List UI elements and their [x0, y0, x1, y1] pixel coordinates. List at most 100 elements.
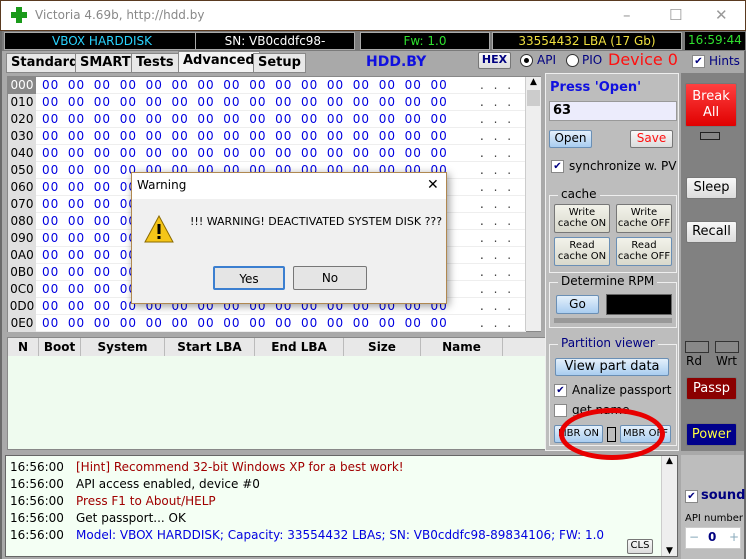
- hex-byte[interactable]: 00: [275, 94, 292, 111]
- hex-byte[interactable]: 00: [172, 94, 189, 111]
- hex-byte[interactable]: 00: [68, 77, 85, 94]
- hex-byte[interactable]: 00: [94, 247, 111, 264]
- sound-checkbox[interactable]: ✔: [685, 490, 698, 503]
- hex-byte[interactable]: 00: [327, 315, 344, 332]
- hex-byte[interactable]: 00: [68, 128, 85, 145]
- tab-advanced[interactable]: Advanced: [178, 51, 260, 73]
- hex-byte[interactable]: 00: [120, 111, 137, 128]
- hex-byte[interactable]: 00: [327, 94, 344, 111]
- hex-byte[interactable]: 00: [405, 94, 422, 111]
- get-name-checkbox[interactable]: [554, 404, 567, 417]
- hex-row[interactable]: 0E0 00 00 00 00 00 00 00 00 00 00 00 00 00 00 00 00. . .…: [8, 315, 526, 347]
- col-start-lba[interactable]: Start LBA: [165, 338, 255, 356]
- hex-byte[interactable]: 00: [94, 128, 111, 145]
- hex-row[interactable]: 040 00 00 00 00 00 00 00 00 00 00 00 00 00 00 00 00. . .…: [8, 145, 526, 177]
- hex-byte[interactable]: 00: [249, 128, 266, 145]
- hex-byte[interactable]: 00: [42, 315, 59, 332]
- hex-byte[interactable]: 00: [94, 111, 111, 128]
- hex-byte[interactable]: 00: [197, 128, 214, 145]
- hex-byte[interactable]: 00: [223, 145, 240, 162]
- hex-byte[interactable]: 00: [94, 298, 111, 315]
- read-cache-off-button[interactable]: Read cache OFF: [616, 237, 672, 266]
- hex-byte[interactable]: 00: [120, 145, 137, 162]
- hex-byte[interactable]: 00: [379, 77, 396, 94]
- hex-byte[interactable]: 00: [353, 128, 370, 145]
- hex-byte[interactable]: 00: [120, 94, 137, 111]
- col-boot[interactable]: Boot: [39, 338, 81, 356]
- hex-byte[interactable]: 00: [405, 111, 422, 128]
- hex-byte[interactable]: 00: [327, 145, 344, 162]
- hex-byte[interactable]: 00: [249, 94, 266, 111]
- log-scrollbar[interactable]: ▲ ▼: [661, 456, 677, 556]
- hex-byte[interactable]: 00: [42, 247, 59, 264]
- col-n[interactable]: N: [8, 338, 39, 356]
- hdd-by-link[interactable]: HDD.BY: [366, 54, 426, 70]
- hex-byte[interactable]: 00: [379, 111, 396, 128]
- hex-byte[interactable]: 00: [94, 94, 111, 111]
- hex-byte[interactable]: 00: [405, 77, 422, 94]
- hex-byte[interactable]: 00: [249, 111, 266, 128]
- save-button[interactable]: Save: [630, 130, 673, 148]
- hex-byte[interactable]: 00: [353, 77, 370, 94]
- hex-byte[interactable]: 00: [42, 77, 59, 94]
- hex-byte[interactable]: 00: [353, 145, 370, 162]
- hex-byte[interactable]: 00: [327, 128, 344, 145]
- hex-byte[interactable]: 00: [301, 77, 318, 94]
- hex-byte[interactable]: 00: [42, 264, 59, 281]
- hex-byte[interactable]: 00: [68, 230, 85, 247]
- hex-byte[interactable]: 00: [120, 77, 137, 94]
- api-plus-button[interactable]: +: [729, 530, 739, 544]
- col-end-lba[interactable]: End LBA: [255, 338, 344, 356]
- minimize-button[interactable]: –: [623, 6, 631, 24]
- hex-byte[interactable]: 00: [146, 111, 163, 128]
- hex-byte[interactable]: 00: [146, 77, 163, 94]
- hex-byte[interactable]: 00: [301, 128, 318, 145]
- hex-byte[interactable]: 00: [379, 315, 396, 332]
- hex-byte[interactable]: 00: [68, 179, 85, 196]
- col-size[interactable]: Size: [344, 338, 421, 356]
- analize-passport-checkbox[interactable]: ✔: [554, 384, 567, 397]
- hex-byte[interactable]: 00: [42, 281, 59, 298]
- power-button[interactable]: Power: [686, 423, 737, 446]
- hex-byte[interactable]: 00: [405, 128, 422, 145]
- pio-radio[interactable]: [566, 54, 579, 67]
- hex-byte[interactable]: 00: [353, 315, 370, 332]
- hex-byte[interactable]: 00: [172, 145, 189, 162]
- hex-byte[interactable]: 00: [42, 213, 59, 230]
- hex-byte[interactable]: 00: [223, 315, 240, 332]
- tab-tests[interactable]: Tests: [131, 53, 179, 73]
- hex-row[interactable]: 020 00 00 00 00 00 00 00 00 00 00 00 00 00 00 00 00. . .…: [8, 111, 526, 143]
- hex-byte[interactable]: 00: [42, 145, 59, 162]
- hex-byte[interactable]: 00: [42, 179, 59, 196]
- hex-byte[interactable]: 00: [249, 145, 266, 162]
- hex-byte[interactable]: 00: [275, 77, 292, 94]
- hex-byte[interactable]: 00: [353, 111, 370, 128]
- hex-byte[interactable]: 00: [42, 162, 59, 179]
- hex-byte[interactable]: 00: [94, 281, 111, 298]
- hex-byte[interactable]: 00: [68, 196, 85, 213]
- no-button[interactable]: No: [293, 266, 367, 290]
- hex-byte[interactable]: 00: [431, 77, 448, 94]
- hex-row[interactable]: 000 00 00 00 00 00 00 00 00 00 00 00 00 00 00 00 00. . .…: [8, 77, 526, 109]
- hex-byte[interactable]: 00: [223, 77, 240, 94]
- hex-byte[interactable]: 00: [68, 298, 85, 315]
- col-system[interactable]: System: [81, 338, 165, 356]
- hex-byte[interactable]: 00: [431, 145, 448, 162]
- write-cache-on-button[interactable]: Write cache ON: [554, 204, 610, 233]
- hex-byte[interactable]: 00: [42, 298, 59, 315]
- hex-byte[interactable]: 00: [431, 128, 448, 145]
- hex-byte[interactable]: 00: [94, 196, 111, 213]
- hex-byte[interactable]: 00: [353, 94, 370, 111]
- close-button[interactable]: ✕: [715, 6, 728, 24]
- cls-button[interactable]: CLS: [627, 539, 653, 554]
- hex-byte[interactable]: 00: [431, 315, 448, 332]
- hex-byte[interactable]: 00: [172, 128, 189, 145]
- hex-byte[interactable]: 00: [197, 145, 214, 162]
- hex-button[interactable]: HEX: [478, 52, 511, 69]
- sector-input[interactable]: 63: [549, 101, 677, 121]
- hex-byte[interactable]: 00: [94, 162, 111, 179]
- hex-byte[interactable]: 00: [379, 94, 396, 111]
- hex-byte[interactable]: 00: [431, 94, 448, 111]
- hex-byte[interactable]: 00: [94, 230, 111, 247]
- hex-byte[interactable]: 00: [249, 77, 266, 94]
